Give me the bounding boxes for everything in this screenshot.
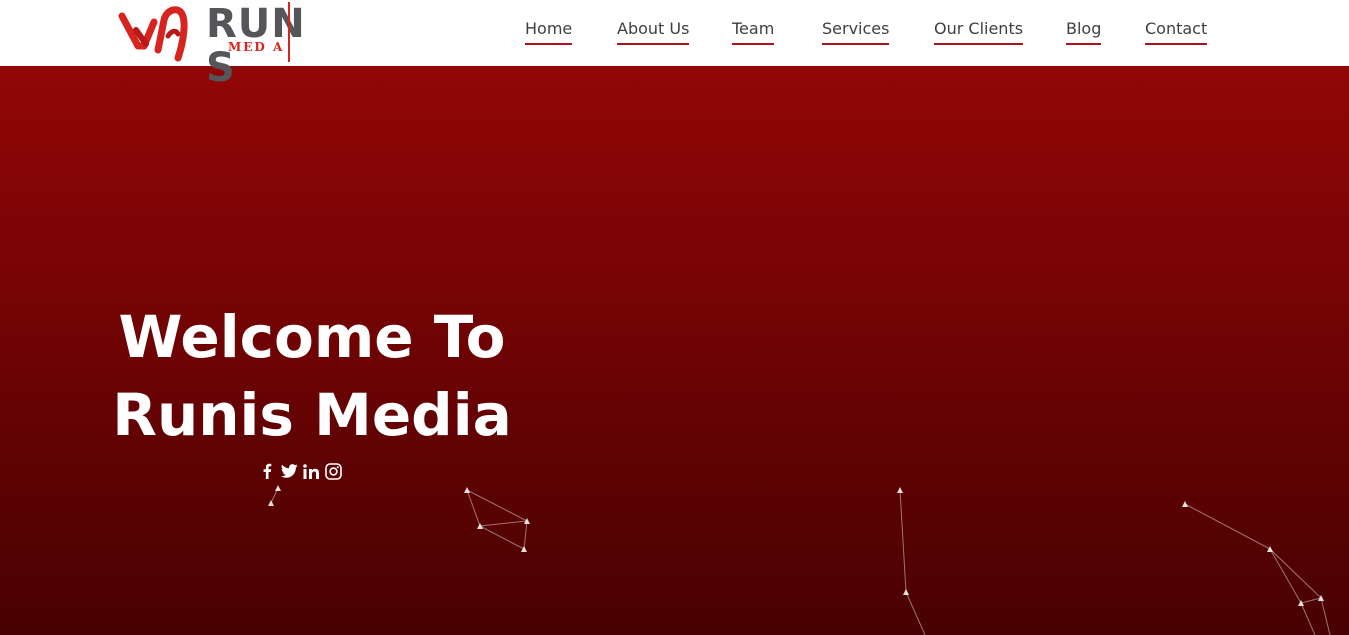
- hero-heading: Welcome To Runis Media: [102, 298, 522, 454]
- nav-our-clients[interactable]: Our Clients: [934, 18, 1024, 45]
- nav-team[interactable]: Team: [732, 18, 775, 45]
- main-nav: Home About Us Team Services Our Clients …: [0, 18, 1349, 48]
- social-links: [258, 460, 342, 482]
- hero-section: Welcome To Runis Media: [0, 66, 1349, 635]
- nav-contact[interactable]: Contact: [1145, 18, 1208, 45]
- instagram-icon[interactable]: [324, 462, 342, 480]
- facebook-icon[interactable]: [258, 462, 276, 480]
- nav-about-us[interactable]: About Us: [617, 18, 690, 45]
- linkedin-icon[interactable]: [302, 462, 320, 480]
- nav-blog[interactable]: Blog: [1066, 18, 1102, 45]
- twitter-icon[interactable]: [280, 462, 298, 480]
- nav-services[interactable]: Services: [822, 18, 890, 45]
- site-header: RUN S MED A Home About Us Team Services …: [0, 0, 1349, 90]
- nav-home[interactable]: Home: [525, 18, 573, 45]
- hero-title-line1: Welcome To: [118, 303, 506, 371]
- hero-title-line2: Runis Media: [112, 381, 512, 449]
